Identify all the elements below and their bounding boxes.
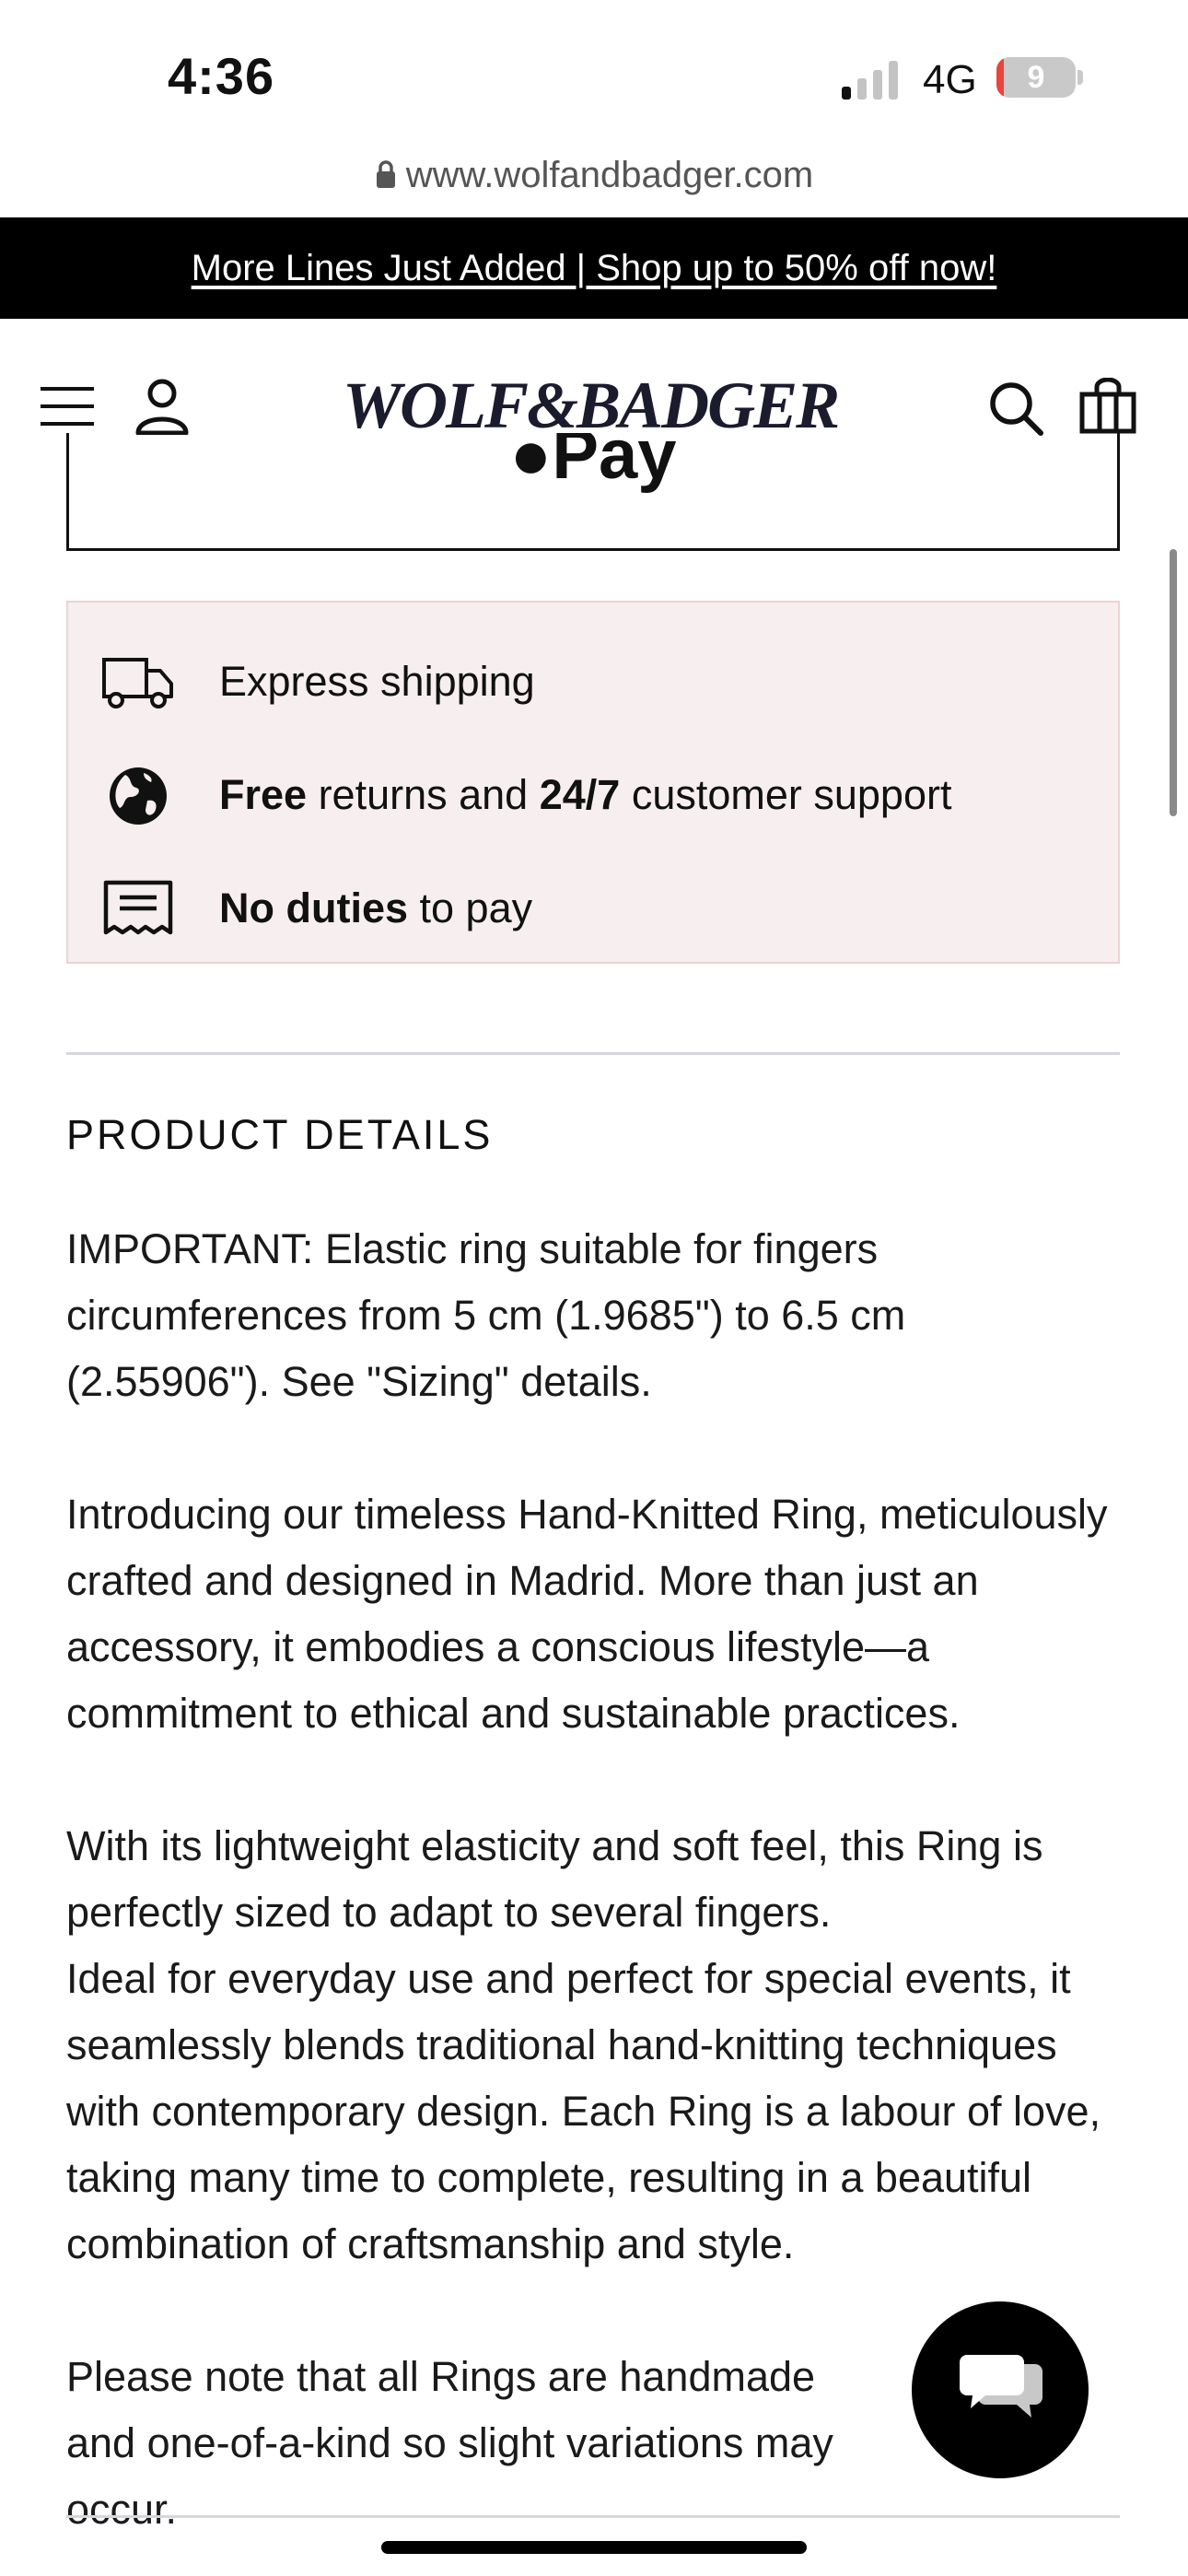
status-time: 4:36 [168, 47, 275, 105]
hamburger-menu-icon[interactable] [41, 383, 96, 429]
details-paragraph-elasticity: With its lightweight elasticity and soft… [66, 1822, 1043, 1936]
benefit-text: No duties to pay [219, 884, 533, 931]
details-paragraph-craft: Ideal for everyday use and perfect for s… [66, 1955, 1101, 2267]
url-bar[interactable]: www.wolfandbadger.com [0, 155, 1188, 206]
apple-pay-button[interactable]: ●Pay [66, 433, 1120, 551]
details-paragraph-intro: Introducing our timeless Hand-Knitted Ri… [66, 1491, 1108, 1737]
benefit-no-duties: No duties to pay [68, 866, 1118, 949]
benefit-express-shipping: Express shipping [68, 639, 1118, 722]
home-indicator [381, 2541, 807, 2554]
globe-icon [110, 767, 167, 825]
url-text: www.wolfandbadger.com [405, 155, 814, 195]
promo-link[interactable]: More Lines Just Added | Shop up to 50% o… [192, 248, 997, 288]
apple-logo-icon: ● [509, 433, 553, 494]
battery-percent: 9 [1027, 60, 1045, 95]
live-chat-button[interactable] [912, 2301, 1089, 2478]
benefit-text: Express shipping [219, 658, 535, 705]
benefit-returns-support: Free returns and 24/7 customer support [68, 753, 1118, 836]
section-divider [66, 2515, 1120, 2518]
truck-icon [102, 658, 173, 708]
page-scrollbar[interactable] [1170, 549, 1177, 816]
battery-icon: 9 [996, 57, 1083, 101]
benefit-text: Free returns and 24/7 customer support [219, 771, 952, 818]
chat-bubble-icon [960, 2355, 1042, 2418]
receipt-icon [103, 880, 173, 935]
promo-banner[interactable]: More Lines Just Added | Shop up to 50% o… [0, 217, 1188, 319]
details-paragraph-handmade: Please note that all Rings are handmade … [66, 2353, 833, 2533]
pay-label: Pay [552, 433, 677, 494]
product-details-heading[interactable]: PRODUCT DETAILS [66, 1111, 493, 1159]
search-icon[interactable] [987, 380, 1044, 437]
shopping-bag-icon[interactable] [1079, 378, 1136, 435]
account-icon[interactable] [134, 378, 190, 435]
network-type: 4G [923, 57, 977, 102]
benefits-box: Express shipping Free returns and 24/7 c… [66, 601, 1120, 964]
lock-icon [376, 160, 395, 188]
details-paragraph-important: IMPORTANT: Elastic ring suitable for fin… [66, 1225, 906, 1405]
section-divider [66, 1052, 1120, 1055]
cellular-signal-icon [842, 61, 898, 100]
